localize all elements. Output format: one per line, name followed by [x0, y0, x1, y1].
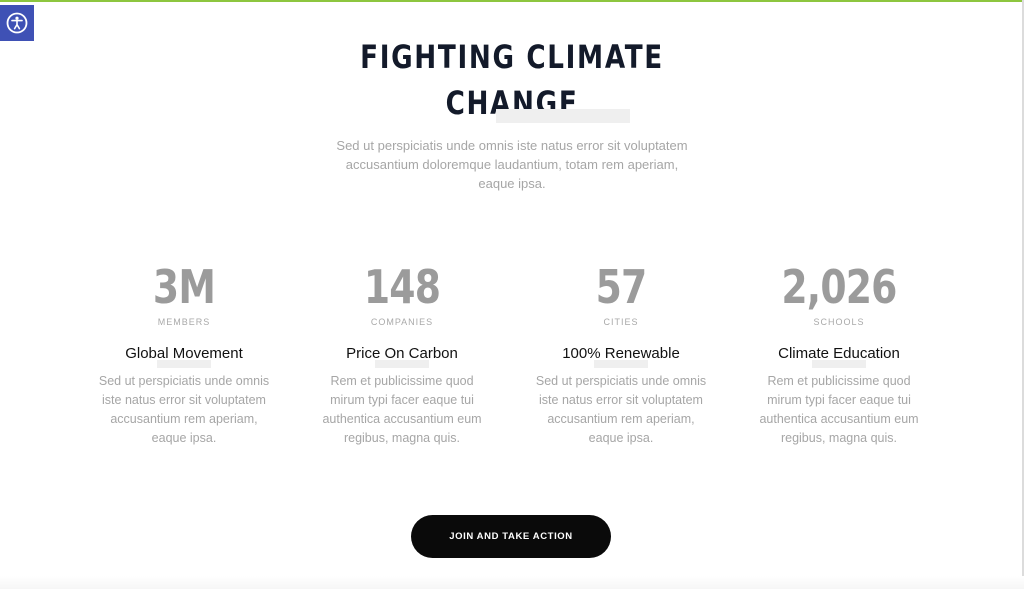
page-title-line1: FIGHTING CLIMATE [360, 38, 664, 76]
intro-line-2: accusantium doloremque laudantium, totam… [345, 157, 679, 172]
stat-number: 3M [152, 260, 216, 314]
stat-description-line: accusantium rem aperiam, [110, 412, 258, 426]
stat-description-line: mirum typi facer eaque tui [330, 393, 474, 407]
stat-description: Rem et publicissime quod mirum typi face… [749, 372, 929, 448]
stat-description-line: authentica accusantium eum [759, 412, 919, 426]
stat-schools: 2,026 SCHOOLS Climate Education Rem et p… [739, 258, 939, 448]
stat-companies: 148 COMPANIES Price On Carbon Rem et pub… [302, 258, 502, 448]
join-and-take-action-button[interactable]: JOIN AND TAKE ACTION [411, 515, 611, 558]
stat-description-line: accusantium rem aperiam, [547, 412, 695, 426]
stat-description: Sed ut perspiciatis unde omnis iste natu… [94, 372, 274, 448]
stat-title-wrapper: 100% Renewable [562, 344, 680, 368]
intro-line-3: eaque ipsa. [478, 176, 546, 191]
stat-description-line: Sed ut perspiciatis unde omnis [98, 374, 270, 388]
stat-number: 57 [595, 260, 648, 314]
stat-title-wrapper: Global Movement [125, 344, 243, 368]
stat-description-line: regibus, magna quis. [343, 431, 461, 445]
stat-description-line: iste natus error sit voluptatem [102, 393, 266, 407]
intro-text: Sed ut perspiciatis unde omnis iste natu… [330, 136, 694, 193]
stat-cities: 57 CITIES 100% Renewable Sed ut perspici… [521, 258, 721, 448]
stat-description-line: authentica accusantium eum [322, 412, 482, 426]
stat-number: 148 [363, 260, 441, 314]
stat-description-line: regibus, magna quis. [780, 431, 898, 445]
accessibility-button[interactable] [0, 5, 34, 41]
bottom-fade-decoration [0, 576, 1024, 589]
stat-label: COMPANIES [370, 317, 434, 327]
stat-description-line: Rem et publicissime quod [767, 374, 911, 388]
stat-title: Climate Education [778, 345, 900, 362]
stat-label: MEMBERS [157, 317, 211, 327]
stat-number: 2,026 [781, 260, 897, 314]
page: FIGHTING CLIMATE CHANGE Sed ut perspicia… [0, 0, 1024, 589]
intro-line-1: Sed ut perspiciatis unde omnis iste natu… [336, 138, 688, 153]
stat-title: Global Movement [125, 345, 243, 362]
stat-members: 3M MEMBERS Global Movement Sed ut perspi… [84, 258, 284, 448]
stat-label: SCHOOLS [813, 317, 865, 327]
accessibility-person-icon [6, 12, 28, 34]
stat-description-line: Rem et publicissime quod [330, 374, 474, 388]
stat-description-line: eaque ipsa. [151, 431, 217, 445]
stat-description-line: eaque ipsa. [588, 431, 654, 445]
stat-description-line: Sed ut perspiciatis unde omnis [535, 374, 707, 388]
top-accent-border [0, 0, 1024, 2]
stat-label: CITIES [603, 317, 639, 327]
stat-title-wrapper: Price On Carbon [346, 344, 458, 368]
stat-description-line: iste natus error sit voluptatem [539, 393, 703, 407]
stat-title: Price On Carbon [346, 345, 458, 362]
title-underline-decoration [496, 109, 630, 123]
stat-description-line: mirum typi facer eaque tui [767, 393, 911, 407]
stat-title: 100% Renewable [562, 345, 680, 362]
stat-description: Sed ut perspiciatis unde omnis iste natu… [531, 372, 711, 448]
stat-title-wrapper: Climate Education [778, 344, 900, 368]
stat-description: Rem et publicissime quod mirum typi face… [312, 372, 492, 448]
